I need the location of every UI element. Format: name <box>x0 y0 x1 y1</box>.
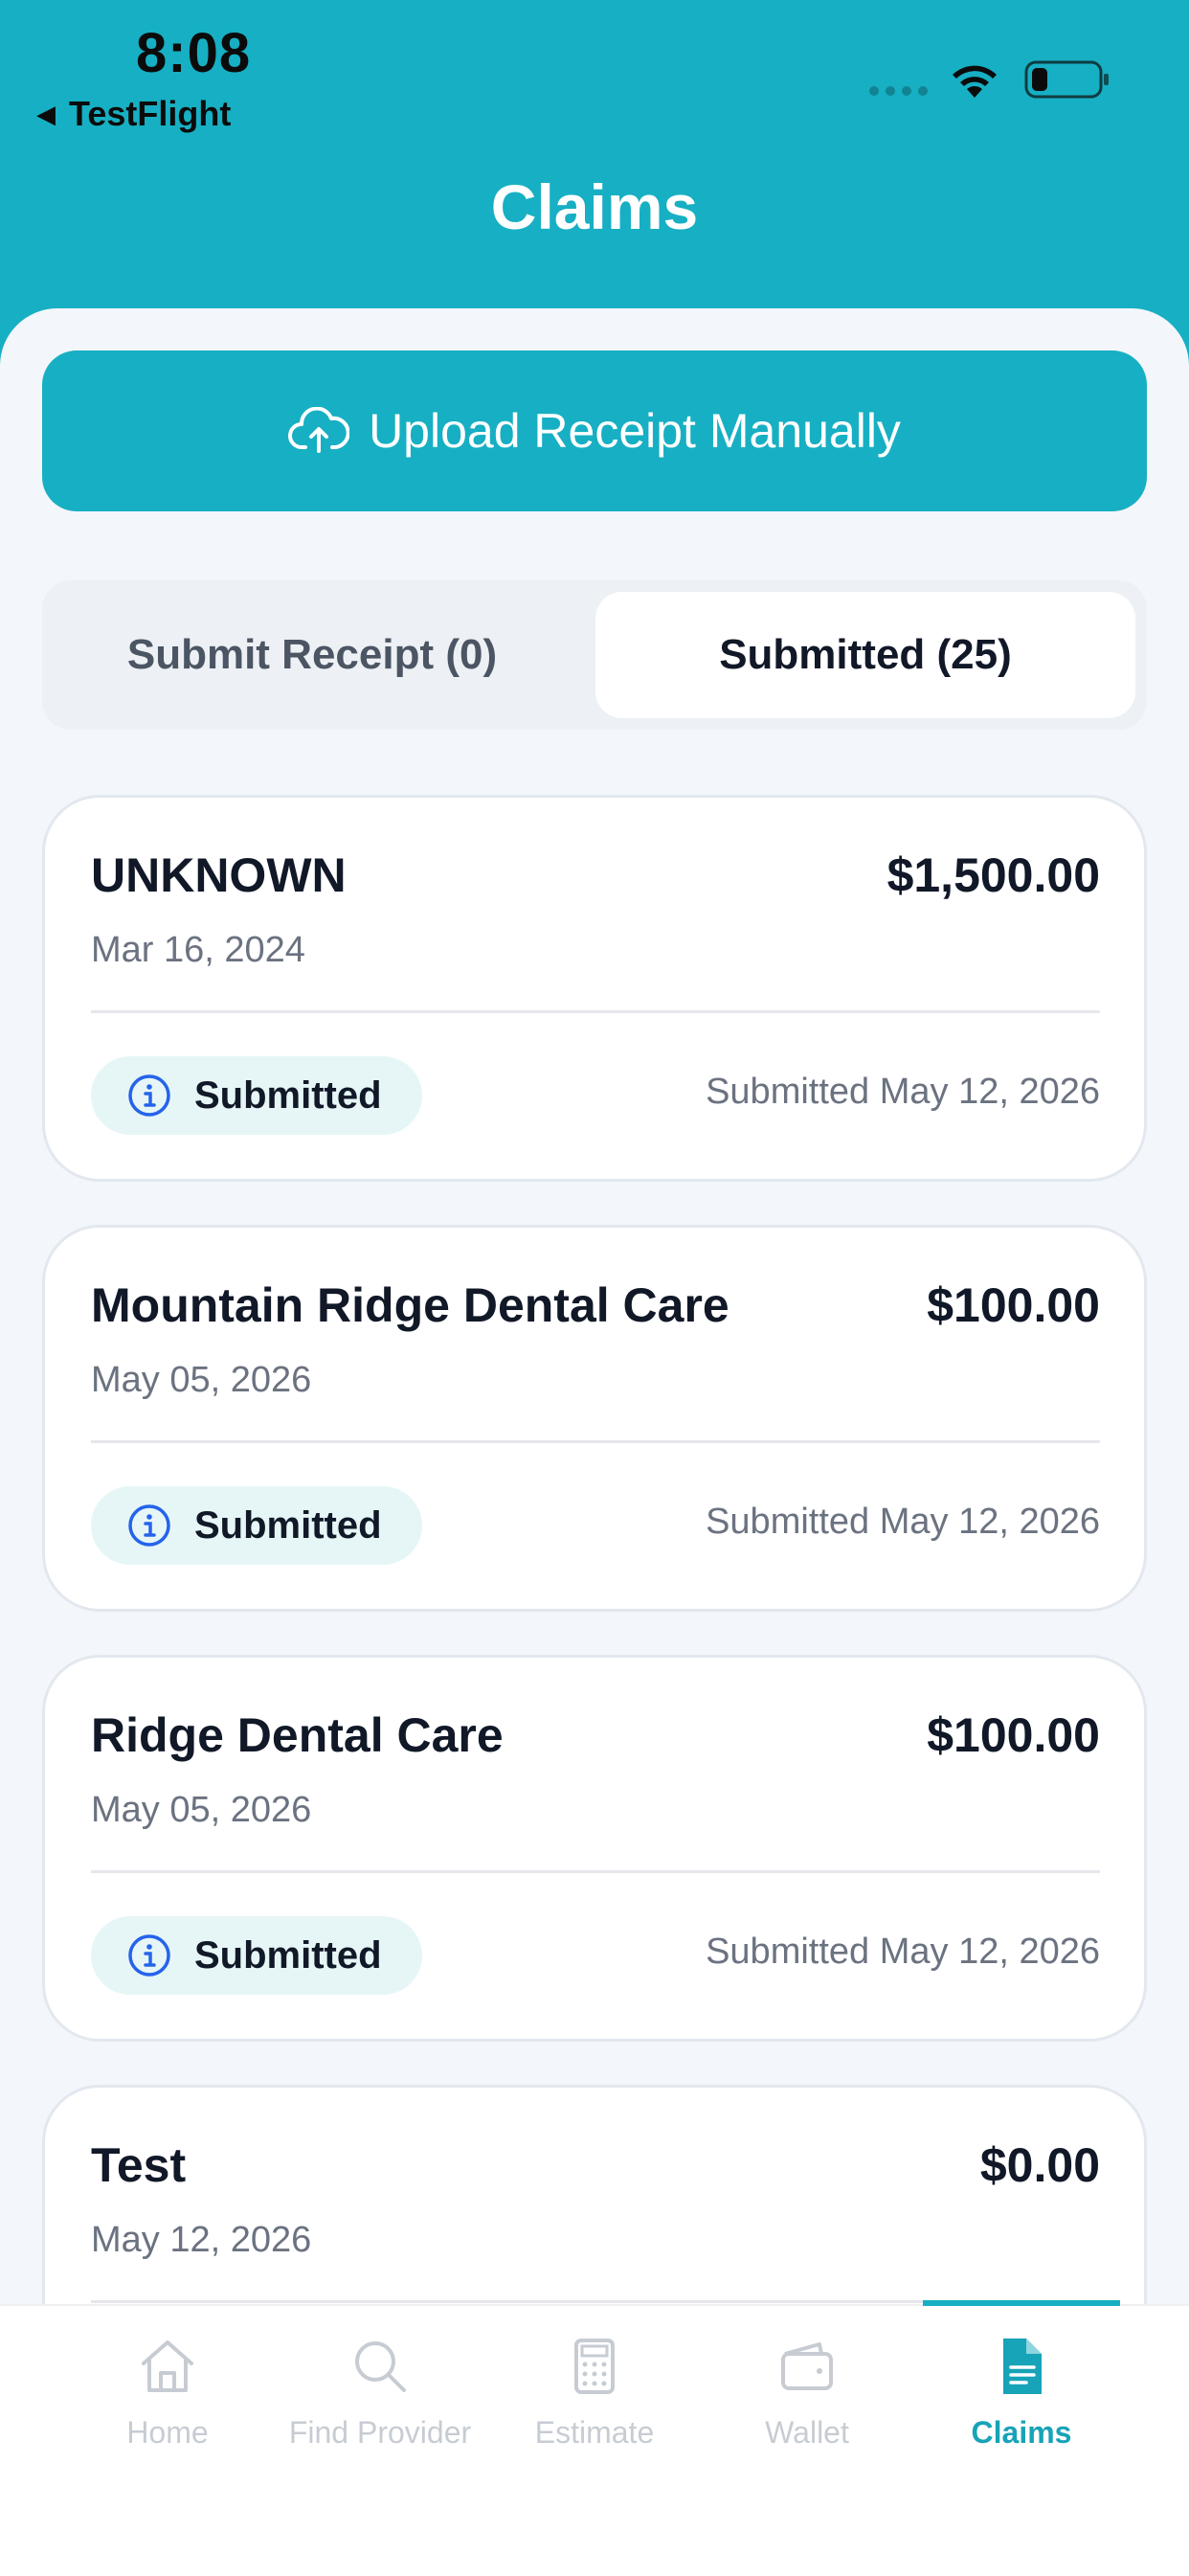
tab-home[interactable]: Home <box>61 2333 274 2467</box>
claim-merchant: Ridge Dental Care <box>91 1708 504 1762</box>
status-badge-label: Submitted <box>194 1073 382 1117</box>
battery-icon <box>1024 60 1109 99</box>
cloud-upload-icon <box>288 407 350 453</box>
calculator-icon <box>574 2339 615 2394</box>
tab-home-label: Home <box>126 2415 209 2450</box>
back-arrow-icon: ◀ <box>36 99 56 128</box>
status-badge: Submitted <box>91 1486 422 1565</box>
tab-submitted[interactable]: Submitted (25) <box>595 592 1135 718</box>
status-badge: Submitted <box>91 1056 422 1135</box>
tab-claims[interactable]: Claims <box>915 2333 1128 2467</box>
status-badge-label: Submitted <box>194 1503 382 1547</box>
back-app-label: TestFlight <box>69 94 232 133</box>
tab-submit-receipt[interactable]: Submit Receipt (0) <box>42 592 582 718</box>
card-divider <box>91 1870 1100 1873</box>
tab-find-provider-label: Find Provider <box>288 2415 472 2450</box>
cellular-signal-icon <box>869 86 928 96</box>
info-icon <box>128 1504 170 1547</box>
claim-merchant: Mountain Ridge Dental Care <box>91 1278 729 1332</box>
claim-amount: $100.00 <box>927 1278 1100 1332</box>
tab-wallet[interactable]: Wallet <box>701 2333 913 2467</box>
active-tab-indicator <box>923 2300 1120 2306</box>
tab-estimate[interactable]: Estimate <box>488 2333 701 2467</box>
claim-submitted-date: Submitted May 12, 2026 <box>706 1932 1100 1972</box>
claim-amount: $0.00 <box>979 2138 1100 2192</box>
back-to-testflight-link[interactable]: ◀ TestFlight <box>36 94 231 134</box>
claim-amount: $1,500.00 <box>886 848 1100 902</box>
upload-receipt-button[interactable]: Upload Receipt Manually <box>42 350 1147 511</box>
search-icon <box>355 2341 406 2392</box>
claim-service-date: May 12, 2026 <box>91 2220 312 2260</box>
claim-amount: $100.00 <box>927 1708 1100 1762</box>
claim-service-date: May 05, 2026 <box>91 1360 312 1400</box>
status-time: 8:08 <box>136 22 252 84</box>
card-divider <box>91 1010 1100 1013</box>
page-title: Claims <box>490 171 699 242</box>
card-divider <box>91 1440 1100 1443</box>
info-icon <box>128 1074 170 1117</box>
home-icon <box>142 2340 193 2392</box>
tab-claims-label: Claims <box>971 2415 1072 2450</box>
upload-receipt-label: Upload Receipt Manually <box>369 404 901 458</box>
claim-service-date: Mar 16, 2024 <box>91 930 305 970</box>
claim-submitted-date: Submitted May 12, 2026 <box>706 1072 1100 1112</box>
tab-wallet-label: Wallet <box>765 2415 849 2450</box>
claims-segmented-control: Submit Receipt (0) Submitted (25) <box>42 580 1147 730</box>
claim-card[interactable]: UNKNOWN $1,500.00 Mar 16, 2024 Submitted… <box>42 795 1147 1182</box>
wifi-icon <box>953 65 997 98</box>
tab-estimate-label: Estimate <box>534 2415 655 2450</box>
claim-merchant: Test <box>91 2138 187 2192</box>
document-icon <box>1003 2339 1042 2394</box>
status-badge: Submitted <box>91 1916 422 1995</box>
claim-card[interactable]: Ridge Dental Care $100.00 May 05, 2026 S… <box>42 1655 1147 2042</box>
status-badge-label: Submitted <box>194 1933 382 1977</box>
claim-merchant: UNKNOWN <box>91 848 347 902</box>
tab-find-provider[interactable]: Find Provider <box>274 2333 486 2467</box>
claim-submitted-date: Submitted May 12, 2026 <box>706 1502 1100 1542</box>
claim-card[interactable]: Mountain Ridge Dental Care $100.00 May 0… <box>42 1225 1147 1612</box>
wallet-icon <box>781 2342 833 2390</box>
info-icon <box>128 1934 170 1977</box>
claim-service-date: May 05, 2026 <box>91 1790 312 1830</box>
